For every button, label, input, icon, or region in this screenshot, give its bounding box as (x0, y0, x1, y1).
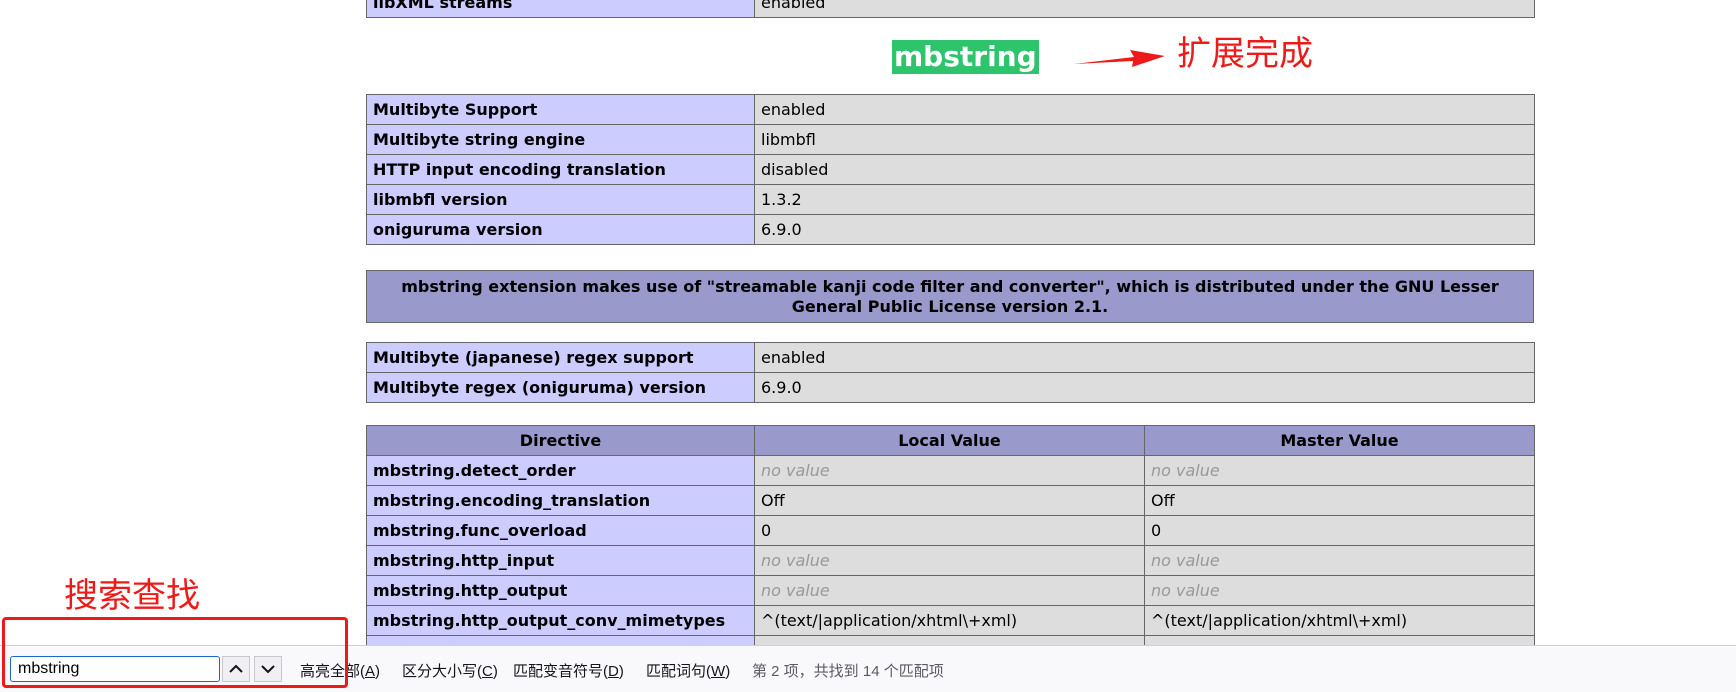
table-row: Multibyte (japanese) regex support enable… (366, 342, 1535, 373)
match-diacritics-key: D (608, 663, 619, 680)
table-row (366, 635, 1535, 645)
table-row: libXML streams enabled (366, 0, 1535, 18)
table-row: mbstring.detect_order no value no value (366, 455, 1535, 486)
find-previous-button[interactable] (222, 656, 250, 682)
column-header-master: Master Value (1144, 425, 1535, 456)
find-next-button[interactable] (254, 656, 282, 682)
local-value: 0 (754, 515, 1145, 546)
whole-words-option[interactable]: 匹配词句(W) (646, 660, 730, 681)
match-case-label: 区分大小写 (402, 663, 478, 680)
directive-name: mbstring.http_output_conv_mimetypes (366, 605, 755, 636)
match-diacritics-label: 匹配变音符号 (513, 663, 604, 680)
find-bar: mbstring 高亮全部(A) 区分大小写(C) 匹配变音符号(D) 匹配词句… (0, 645, 1736, 692)
phpinfo-page: libXML streams enabled mbstring 扩展完成 Mul… (0, 0, 1736, 645)
directive-name: mbstring.func_overload (366, 515, 755, 546)
table-row: mbstring.http_input no value no value (366, 545, 1535, 576)
table-row: Multibyte regex (oniguruma) version 6.9.0 (366, 372, 1535, 403)
row-value: libmbfl (754, 124, 1535, 155)
prev-table: libXML streams enabled (366, 0, 1535, 18)
local-value: no value (761, 461, 830, 480)
row-value: enabled (754, 94, 1535, 125)
local-value: no value (761, 551, 830, 570)
directive-name: mbstring.detect_order (366, 455, 755, 486)
row-value: enabled (754, 0, 1535, 18)
row-label: libmbfl version (366, 184, 755, 215)
find-status: 第 2 项，共找到 14 个匹配项 (752, 663, 944, 680)
row-label: HTTP input encoding translation (366, 154, 755, 185)
row-value: enabled (754, 342, 1535, 373)
chevron-down-icon (261, 665, 275, 674)
section-heading-mbstring: mbstring (892, 40, 1039, 74)
master-value: no value (1151, 581, 1220, 600)
directive-name: mbstring.encoding_translation (366, 485, 755, 516)
row-value: disabled (754, 154, 1535, 185)
table-row: mbstring.http_output no value no value (366, 575, 1535, 606)
chevron-up-icon (229, 664, 243, 673)
master-value: no value (1151, 551, 1220, 570)
row-value: 1.3.2 (754, 184, 1535, 215)
directive-name: mbstring.http_output (366, 575, 755, 606)
table-row: mbstring.http_output_conv_mimetypes ^(te… (366, 605, 1535, 636)
table-row: oniguruma version 6.9.0 (366, 214, 1535, 245)
master-value: Off (1144, 485, 1535, 516)
column-header-local: Local Value (754, 425, 1145, 456)
highlight-all-key: A (365, 663, 376, 680)
row-value: 6.9.0 (754, 372, 1535, 403)
local-value: Off (754, 485, 1145, 516)
row-label: Multibyte regex (oniguruma) version (366, 372, 755, 403)
row-label: Multibyte string engine (366, 124, 755, 155)
local-value: no value (761, 581, 830, 600)
row-value: 6.9.0 (754, 214, 1535, 245)
directive-table: Directive Local Value Master Value mbstr… (366, 425, 1535, 645)
license-note: mbstring extension makes use of "streama… (366, 270, 1534, 323)
whole-words-label: 匹配词句 (646, 663, 707, 680)
table-header-row: Directive Local Value Master Value (366, 425, 1535, 456)
highlight-all-label: 高亮全部 (300, 663, 361, 680)
match-case-key: C (482, 663, 493, 680)
table-row: mbstring.func_overload 0 0 (366, 515, 1535, 546)
directive-name: mbstring.http_input (366, 545, 755, 576)
match-case-option[interactable]: 区分大小写(C) (402, 660, 498, 681)
find-input[interactable]: mbstring (10, 656, 220, 682)
license-table: mbstring extension makes use of "streama… (366, 270, 1534, 323)
row-label: oniguruma version (366, 214, 755, 245)
master-value: ^(text/|application/xhtml\+xml) (1144, 605, 1535, 636)
master-value: 0 (1144, 515, 1535, 546)
row-label: libXML streams (366, 0, 755, 18)
table-row: HTTP input encoding translation disabled (366, 154, 1535, 185)
master-value: no value (1151, 461, 1220, 480)
local-value: ^(text/|application/xhtml\+xml) (754, 605, 1145, 636)
column-header-directive: Directive (366, 425, 755, 456)
row-label: Multibyte Support (366, 94, 755, 125)
highlight-all-option[interactable]: 高亮全部(A) (300, 660, 380, 681)
support-table: Multibyte Support enabled Multibyte strin… (366, 94, 1535, 245)
table-row: mbstring.encoding_translation Off Off (366, 485, 1535, 516)
table-row: Multibyte string engine libmbfl (366, 124, 1535, 155)
arrow-icon (1074, 50, 1165, 67)
annotation-complete: 扩展完成 (1177, 34, 1313, 74)
match-diacritics-option[interactable]: 匹配变音符号(D) (513, 660, 624, 681)
annotation-search: 搜索查找 (64, 576, 200, 616)
regex-table: Multibyte (japanese) regex support enable… (366, 342, 1535, 403)
table-row: libmbfl version 1.3.2 (366, 184, 1535, 215)
row-label: Multibyte (japanese) regex support (366, 342, 755, 373)
whole-words-key: W (711, 663, 726, 680)
table-row: Multibyte Support enabled (366, 94, 1535, 125)
